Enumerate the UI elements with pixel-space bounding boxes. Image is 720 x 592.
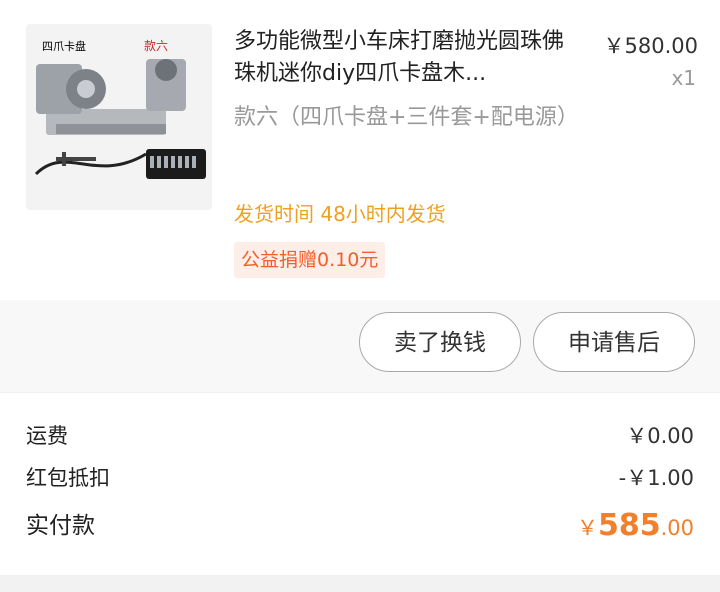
product-price: ￥580.00 [603, 34, 698, 58]
freight-label: 运费 [26, 424, 68, 448]
paid-value: ￥585.00 [577, 506, 694, 548]
paid-decimal: .00 [660, 516, 694, 540]
paid-integer: 585 [597, 508, 661, 543]
shipping-label: 发货时间 [234, 202, 314, 226]
product-spec: 款六（四爪卡盘+三件套+配电源） [234, 105, 579, 130]
lathe-product-picture: 四爪卡盘 款六 [26, 24, 212, 210]
coupon-value: -￥1.00 [618, 466, 694, 490]
coupon-row: 红包抵扣 -￥1.00 [26, 458, 694, 498]
after-sale-button[interactable]: 申请售后 [533, 312, 695, 372]
paid-label: 实付款 [26, 513, 95, 539]
product-image[interactable]: 四爪卡盘 款六 [26, 24, 212, 210]
image-label-style: 款六 [144, 39, 168, 53]
charity-badge: 公益捐赠0.10元 [234, 242, 386, 278]
shipping-time: 发货时间 48小时内发货 [234, 198, 446, 227]
coupon-label: 红包抵扣 [26, 466, 110, 490]
paid-row: 实付款 ￥585.00 [26, 506, 694, 546]
image-label-chuck: 四爪卡盘 [42, 39, 86, 53]
freight-row: 运费 ￥0.00 [26, 416, 694, 456]
sell-button[interactable]: 卖了换钱 [359, 312, 521, 372]
order-action-bar: 卖了换钱 申请售后 [0, 300, 720, 392]
freight-value: ￥0.00 [626, 424, 694, 448]
payment-summary: 运费 ￥0.00 红包抵扣 -￥1.00 实付款 ￥585.00 [0, 393, 720, 575]
product-quantity: x1 [671, 66, 696, 90]
shipping-value: 48小时内发货 [320, 202, 446, 226]
paid-currency: ￥ [576, 516, 598, 540]
order-item-card[interactable]: 四爪卡盘 款六 多功能微型小车床打磨抛光圆珠佛珠机迷你diy四爪卡盘木... ￥… [0, 0, 720, 300]
product-title[interactable]: 多功能微型小车床打磨抛光圆珠佛珠机迷你diy四爪卡盘木... [234, 26, 574, 90]
